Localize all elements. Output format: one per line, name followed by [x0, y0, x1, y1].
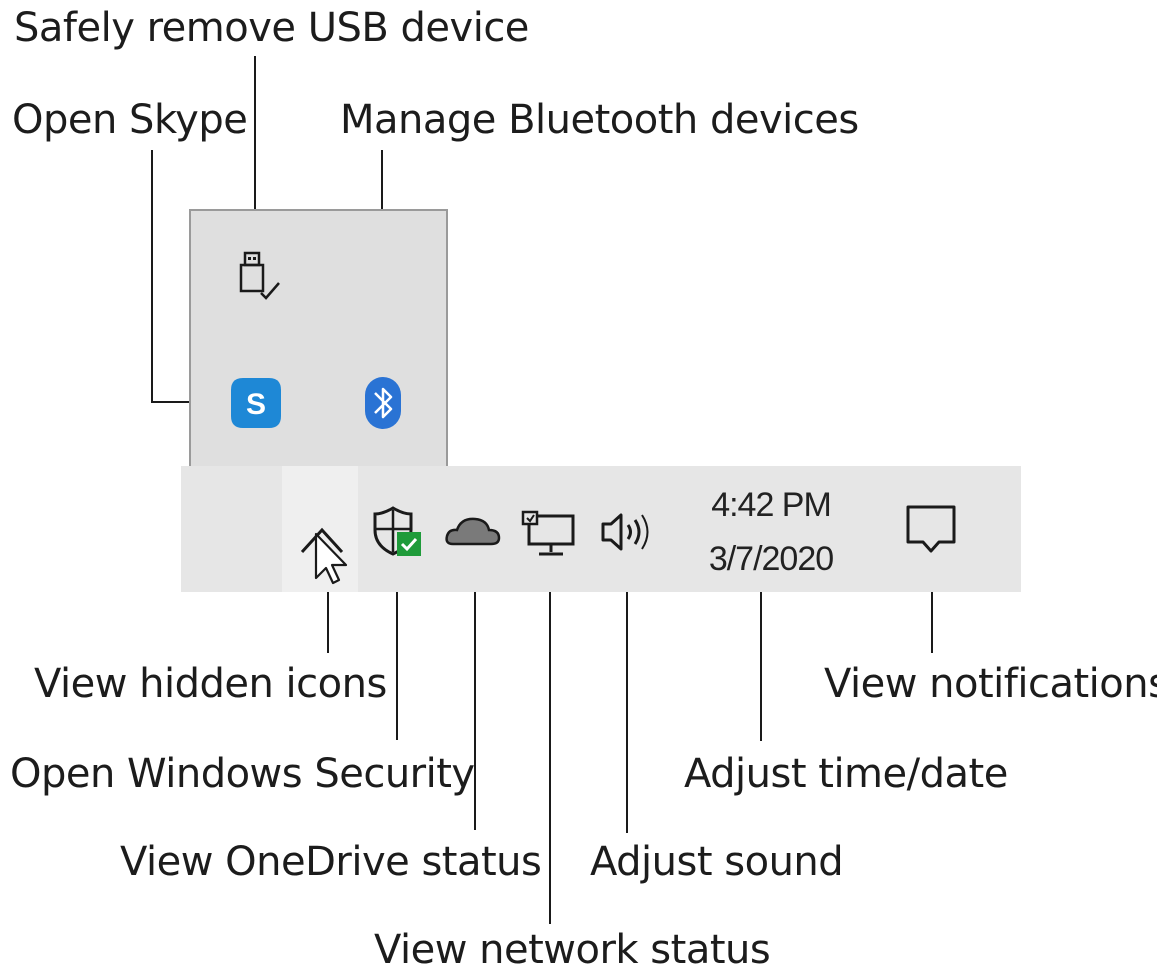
windows-security-shield-icon[interactable] — [369, 504, 425, 560]
svg-text:S: S — [246, 388, 266, 421]
hidden-icons-overflow-panel: S — [189, 209, 448, 466]
usb-leader-line — [254, 56, 256, 232]
clock-time: 4:42 PM — [711, 486, 832, 524]
clock-time-date[interactable]: 4:42 PM 3/7/2020 — [686, 478, 856, 586]
bluetooth-icon[interactable] — [363, 375, 403, 431]
label-manage-bluetooth: Manage Bluetooth devices — [340, 97, 859, 143]
network-leader-line — [549, 566, 551, 924]
speaker-volume-icon[interactable] — [599, 510, 653, 554]
chevron-up-icon — [300, 527, 348, 585]
usb-drive-icon[interactable] — [231, 249, 287, 305]
skype-leader-line-vertical — [151, 150, 153, 402]
clock-date: 3/7/2020 — [708, 540, 834, 578]
label-adjust-time-date: Adjust time/date — [684, 751, 1008, 797]
label-view-notifications: View notifications — [824, 661, 1157, 707]
label-view-onedrive-status: View OneDrive status — [120, 839, 542, 885]
label-view-network-status: View network status — [374, 927, 771, 973]
label-view-hidden-icons: View hidden icons — [34, 661, 387, 707]
sound-leader-line — [626, 560, 628, 833]
taskbar-notification-area: 4:42 PM 3/7/2020 — [181, 466, 1021, 592]
label-open-skype: Open Skype — [12, 97, 248, 143]
show-hidden-icons-button[interactable] — [282, 466, 358, 592]
time-date-leader-line — [760, 583, 762, 741]
skype-icon[interactable]: S — [229, 376, 283, 430]
label-open-windows-security: Open Windows Security — [10, 751, 475, 797]
onedrive-cloud-icon[interactable] — [443, 512, 503, 548]
label-safely-remove-usb: Safely remove USB device — [14, 5, 529, 51]
notification-speech-bubble-icon[interactable] — [903, 502, 959, 558]
label-adjust-sound: Adjust sound — [590, 839, 844, 885]
hidden-icons-leader-line — [327, 583, 329, 653]
network-monitor-icon[interactable] — [519, 510, 579, 558]
